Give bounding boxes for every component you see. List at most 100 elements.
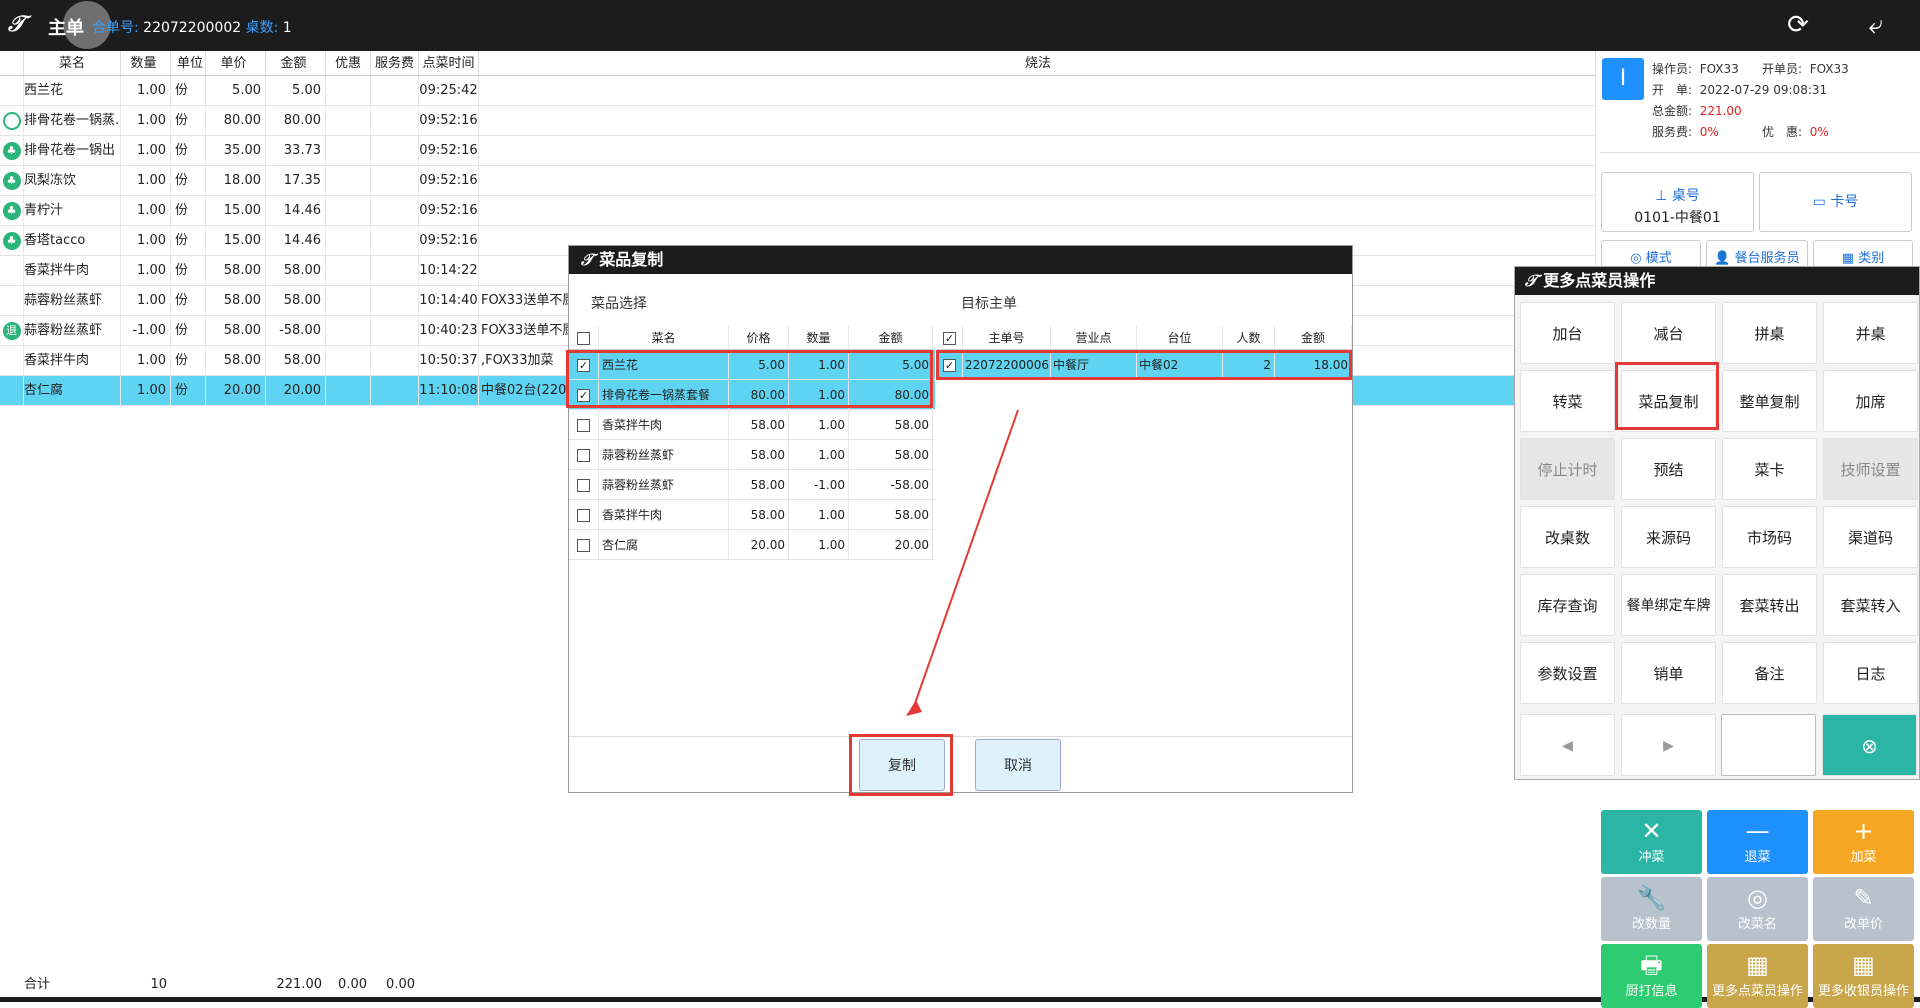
card-number-button[interactable]: ▭ 卡号 [1759,172,1912,232]
popup-logo: 𝒯 [1525,271,1538,290]
cell-time: 11:10:08 [419,376,479,405]
popup-op-button[interactable]: 套菜转出 [1722,574,1817,636]
cell-time: 09:52:16 [419,166,479,195]
category-button[interactable]: ▦ 类别 [1813,240,1913,268]
checkbox[interactable] [577,509,590,522]
popup-op-button[interactable]: 菜卡 [1722,438,1817,500]
table-row[interactable]: ♣ 青柠汁 1.00 份 15.00 14.46 09:52:16 [0,196,1596,226]
cell-time: 10:14:22 [419,256,479,285]
cell-time: 09:52:16 [419,226,479,255]
action-button[interactable]: ◎ 改菜名 [1707,877,1808,941]
popup-op-button[interactable]: 套菜转入 [1823,574,1918,636]
dish-row[interactable]: 蒜蓉粉丝蒸虾 58.00 1.00 58.00 [569,440,935,470]
action-button[interactable]: ✎ 改单价 [1813,877,1914,941]
action-button[interactable]: 🖶 厨打信息 [1601,944,1702,1008]
next-page-icon[interactable]: ▶ [1621,714,1716,776]
column-header[interactable]: 服务费 [371,51,419,75]
column-header[interactable]: 数量 [121,51,171,75]
action-button[interactable]: — 退菜 [1707,810,1808,874]
table-number-button[interactable]: ⊥ 桌号 0101-中餐01 [1601,172,1754,232]
popup-op-button[interactable]: 库存查询 [1520,574,1615,636]
popup-op-button[interactable]: 减台 [1621,302,1716,364]
dish-cell-amount: 58.00 [849,410,933,439]
mode-button[interactable]: ◎ 模式 [1601,240,1701,268]
dish-row[interactable]: 香菜拌牛肉 58.00 1.00 58.00 [569,410,935,440]
dish-cell-amount: -58.00 [849,470,933,499]
cell-name: 青柠汁 [24,196,121,225]
cell-time: 10:14:40 [419,286,479,315]
target-table-header: ✓ 主单号 营业点 台位 人数 金额 [937,326,1352,350]
popup-op-button[interactable]: 改桌数 [1520,506,1615,568]
cell-disc [326,166,371,195]
action-button[interactable]: ▦ 更多点菜员操作 [1707,944,1808,1008]
popup-op-button[interactable]: 预结 [1621,438,1716,500]
popup-op-button[interactable]: 餐单绑定车牌 [1621,574,1716,636]
column-header[interactable]: 单位 [171,51,206,75]
popup-op-button[interactable]: 市场码 [1722,506,1817,568]
dish-column-header: 菜名 [599,326,729,349]
popup-op-button[interactable]: 来源码 [1621,506,1716,568]
column-header[interactable]: 菜名 [24,51,121,75]
popup-op-button[interactable]: 拼桌 [1722,302,1817,364]
waiter-button[interactable]: 👤 餐台服务员 [1706,240,1808,268]
dish-cell-qty: 1.00 [789,410,849,439]
column-header[interactable]: 优惠 [326,51,371,75]
column-header[interactable]: 金额 [266,51,326,75]
table-row[interactable]: ♣ 排骨花卷一锅出 1.00 份 35.00 33.73 09:52:16 [0,136,1596,166]
checkbox[interactable] [577,419,590,432]
column-header[interactable]: 点菜时间 [419,51,479,75]
popup-op-button[interactable]: 参数设置 [1520,642,1615,704]
page-input[interactable] [1721,714,1816,776]
action-button[interactable]: ▦ 更多收银员操作 [1813,944,1914,1008]
action-button[interactable]: + 加菜 [1813,810,1914,874]
cell-unit: 份 [171,136,206,165]
highlight-copy-button [849,734,953,796]
dish-row[interactable]: 杏仁腐 20.00 1.00 20.00 [569,530,935,560]
prev-page-icon[interactable]: ◀ [1520,714,1615,776]
action-button-label: 改菜名 [1737,917,1777,932]
popup-op-button[interactable]: 并桌 [1823,302,1918,364]
popup-op-button[interactable]: 渠道码 [1823,506,1918,568]
cell-disc [326,196,371,225]
popup-op-button[interactable]: 加席 [1823,370,1918,432]
dish-row[interactable]: 香菜拌牛肉 58.00 1.00 58.00 [569,500,935,530]
checkbox[interactable] [577,332,590,345]
checkbox[interactable] [577,479,590,492]
table-row[interactable]: 西兰花 1.00 份 5.00 5.00 09:25:42 [0,76,1596,106]
column-header[interactable]: 烧法 [479,51,1596,75]
popup-op-button[interactable]: 日志 [1823,642,1918,704]
action-button[interactable]: 🔧 改数量 [1601,877,1702,941]
cell-time: 10:40:23 [419,316,479,345]
close-icon[interactable]: ⊗ [1822,714,1917,776]
checkbox[interactable]: ✓ [943,332,956,345]
cell-amount: 20.00 [266,376,326,405]
cancel-button[interactable]: 取消 [975,739,1061,791]
popup-op-button[interactable]: 销单 [1621,642,1716,704]
cell-amount: 14.46 [266,226,326,255]
checkbox[interactable] [577,449,590,462]
column-header[interactable]: 单价 [206,51,266,75]
cell-price: 5.00 [206,76,266,105]
table-row[interactable]: 排骨花卷一锅蒸... 1.00 份 80.00 80.00 09:52:16 [0,106,1596,136]
action-button[interactable]: ✕ 冲菜 [1601,810,1702,874]
popup-op-button[interactable]: 整单复制 [1722,370,1817,432]
action-button-icon: 🖶 [1640,951,1663,979]
popup-op-button[interactable]: 转菜 [1520,370,1615,432]
checkbox[interactable] [577,539,590,552]
popup-op-button[interactable]: 备注 [1722,642,1817,704]
back-icon[interactable]: ⤶ [1860,10,1892,42]
table-row[interactable]: ♣ 凤梨冻饮 1.00 份 18.00 17.35 09:52:16 [0,166,1596,196]
cell-unit: 份 [171,376,206,405]
dish-cell-price: 58.00 [729,500,789,529]
highlight-target-order [936,350,1352,380]
dish-cell-name: 香菜拌牛肉 [599,500,729,529]
cell-unit: 份 [171,346,206,375]
table-number-label: ⊥ 桌号 [1655,188,1700,204]
cell-name: 蒜蓉粉丝蒸虾 [24,316,121,345]
action-button-label: 加菜 [1850,850,1877,865]
dish-row[interactable]: 蒜蓉粉丝蒸虾 58.00 -1.00 -58.00 [569,470,935,500]
refresh-icon[interactable]: ⟳ [1782,10,1814,42]
popup-op-button[interactable]: 加台 [1520,302,1615,364]
cell-name: 蒜蓉粉丝蒸虾 [24,286,121,315]
action-button-label: 厨打信息 [1625,984,1678,999]
